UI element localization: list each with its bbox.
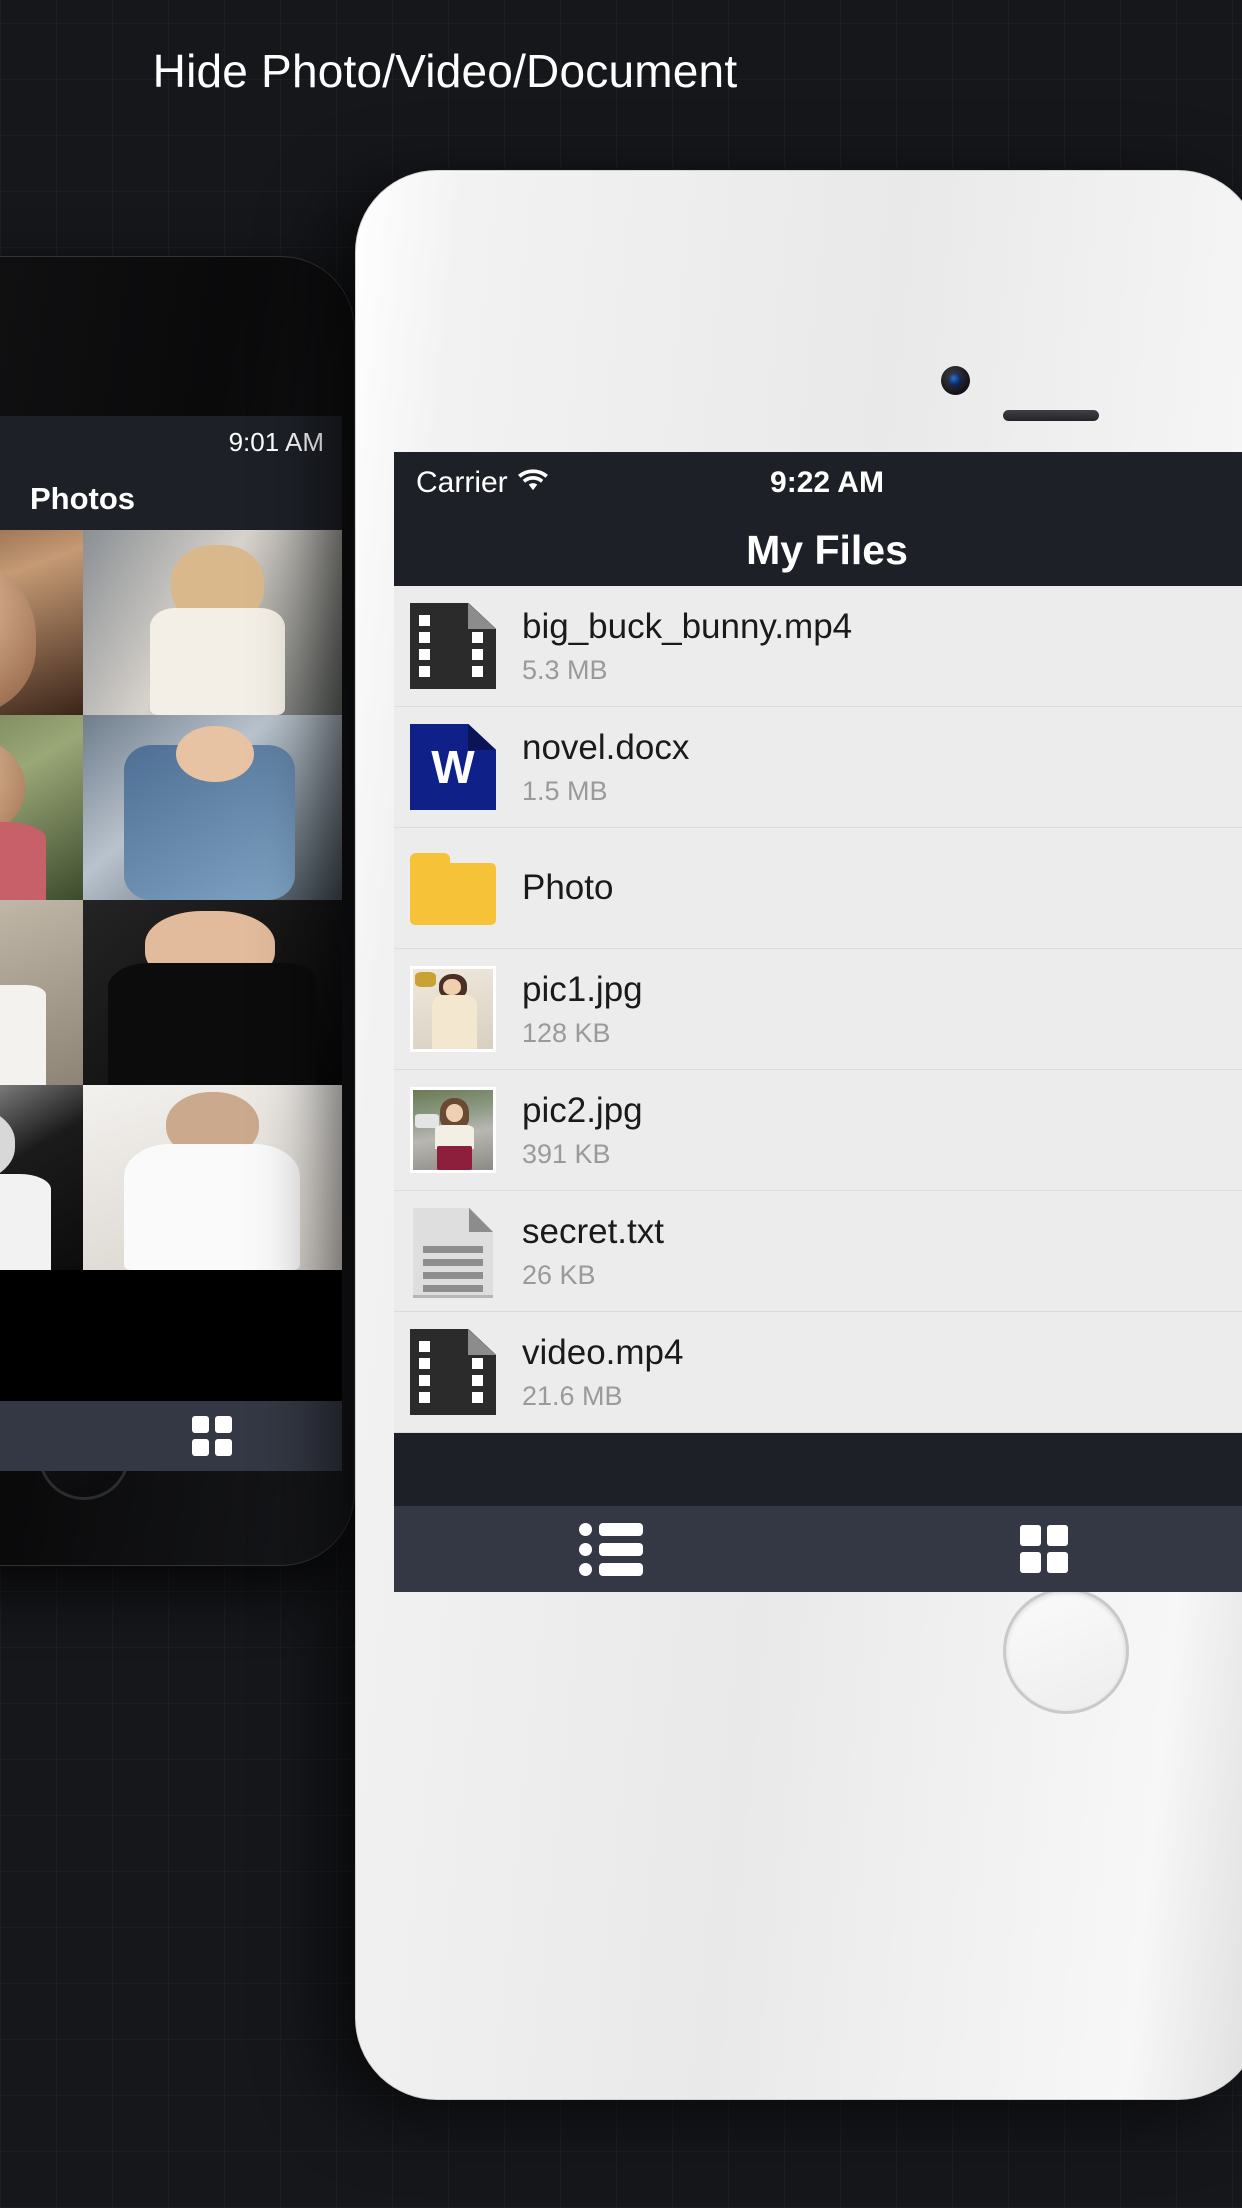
photos-list-view-button[interactable] (0, 1414, 83, 1458)
table-row[interactable]: secret.txt 26 KB (394, 1191, 1242, 1312)
file-name: video.mp4 (522, 1332, 684, 1372)
file-name: Photo (522, 868, 614, 907)
file-name: pic2.jpg (522, 1090, 643, 1130)
photos-status-time: 9:01 AM (228, 426, 324, 457)
folder-icon (410, 845, 496, 931)
files-page-title: My Files (746, 526, 908, 573)
text-file-icon (410, 1208, 496, 1298)
table-row[interactable]: W novel.docx 1.5 MB (394, 707, 1242, 828)
table-row[interactable]: big_buck_bunny.mp4 5.3 MB (394, 586, 1242, 707)
files-bottom-toolbar (394, 1506, 1242, 1592)
file-size: 21.6 MB (522, 1380, 623, 1411)
photo-thumb-5[interactable] (0, 900, 83, 1085)
wifi-icon (517, 466, 548, 500)
photo-thumb-4[interactable] (82, 715, 342, 900)
headline-text: Hide Photo/Video/Document (152, 45, 738, 97)
file-name: novel.docx (522, 727, 690, 767)
files-nav-bar: My Files (394, 514, 1242, 586)
photos-bottom-toolbar (0, 1401, 342, 1471)
file-size: 391 KB (522, 1138, 611, 1169)
photo-thumb-7[interactable] (0, 1085, 83, 1270)
photos-page-title: Photos (29, 481, 136, 516)
list-view-icon (578, 1522, 643, 1576)
table-row[interactable]: pic2.jpg 391 KB (394, 1070, 1242, 1191)
files-phone-device: Carrier 9:22 AM My Files big_buck_bunny.… (355, 170, 1242, 2100)
photo-thumb-8[interactable] (82, 1085, 342, 1270)
file-name: secret.txt (522, 1211, 664, 1251)
file-list: big_buck_bunny.mp4 5.3 MB W novel.docx 1… (394, 586, 1242, 1433)
screenshot-canvas: Hide Photo/Video/Document Carrier 9:01 A… (0, 0, 1242, 2208)
files-phone-screen: Carrier 9:22 AM My Files big_buck_bunny.… (394, 452, 1242, 1592)
photo-thumb-2[interactable] (82, 530, 342, 715)
files-list-view-button[interactable] (394, 1522, 827, 1576)
front-camera-icon (941, 366, 970, 395)
photos-status-bar: Carrier 9:01 AM (0, 416, 342, 468)
file-size: 26 KB (522, 1259, 596, 1290)
file-size: 1.5 MB (522, 775, 608, 806)
file-name: pic1.jpg (522, 969, 643, 1009)
earpiece-speaker (1003, 410, 1099, 421)
image-thumbnail (410, 1087, 496, 1173)
photos-nav-bar: Back Photos (0, 468, 342, 530)
grid-view-icon (192, 1416, 233, 1456)
grid-view-icon (1019, 1525, 1068, 1573)
file-size: 5.3 MB (522, 654, 608, 685)
photo-thumb-6[interactable] (82, 900, 342, 1085)
files-grid-view-button[interactable] (827, 1525, 1242, 1573)
photos-grid-view-button[interactable] (83, 1416, 343, 1456)
photos-phone-screen: Carrier 9:01 AM Back Photos (0, 416, 342, 1471)
photo-thumb-1[interactable] (0, 530, 83, 715)
table-row[interactable]: pic1.jpg 128 KB (394, 949, 1242, 1070)
word-document-icon: W (410, 724, 496, 810)
files-status-bar: Carrier 9:22 AM (394, 452, 1242, 514)
photos-phone-device: Carrier 9:01 AM Back Photos (0, 256, 355, 1566)
video-file-icon (410, 1329, 496, 1415)
table-row[interactable]: Photo (394, 828, 1242, 949)
home-button[interactable] (1003, 1588, 1129, 1714)
table-row[interactable]: video.mp4 21.6 MB (394, 1312, 1242, 1433)
image-thumbnail (410, 966, 496, 1052)
photo-thumb-3[interactable] (0, 715, 83, 900)
photo-grid (0, 530, 342, 1270)
file-name: big_buck_bunny.mp4 (522, 606, 853, 646)
carrier-label: Carrier (416, 466, 508, 499)
file-size: 128 KB (522, 1017, 611, 1048)
video-file-icon (410, 603, 496, 689)
